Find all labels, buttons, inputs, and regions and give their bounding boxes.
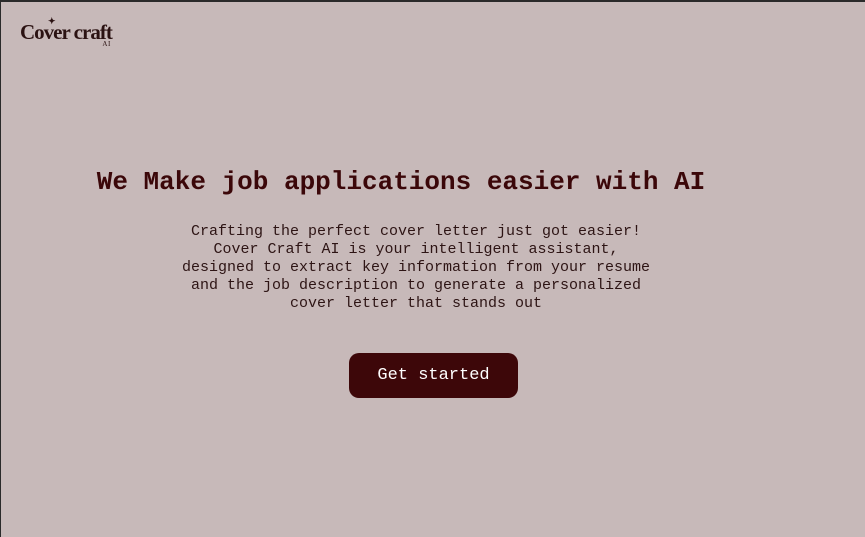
logo[interactable]: Cover craft ✦ AI: [20, 17, 113, 48]
hero-title: We Make job applications easier with AI: [96, 167, 706, 197]
get-started-button[interactable]: Get started: [349, 353, 518, 398]
sparkle-icon: ✦: [48, 16, 55, 26]
logo-wordmark: Cover craft ✦: [20, 17, 113, 44]
logo-name: Cover craft: [20, 20, 113, 44]
logo-subtitle: AI: [102, 40, 111, 48]
hero-description-line: designed to extract key information from…: [181, 259, 651, 276]
hero-description: Crafting the perfect cover letter just g…: [141, 223, 691, 313]
hero-description-line: Crafting the perfect cover letter just g…: [190, 223, 642, 240]
hero-description-line: and the job description to generate a pe…: [190, 277, 642, 294]
hero-description-line: cover letter that stands out: [289, 295, 543, 312]
hero-description-line: Cover Craft AI is your intelligent assis…: [213, 241, 619, 258]
